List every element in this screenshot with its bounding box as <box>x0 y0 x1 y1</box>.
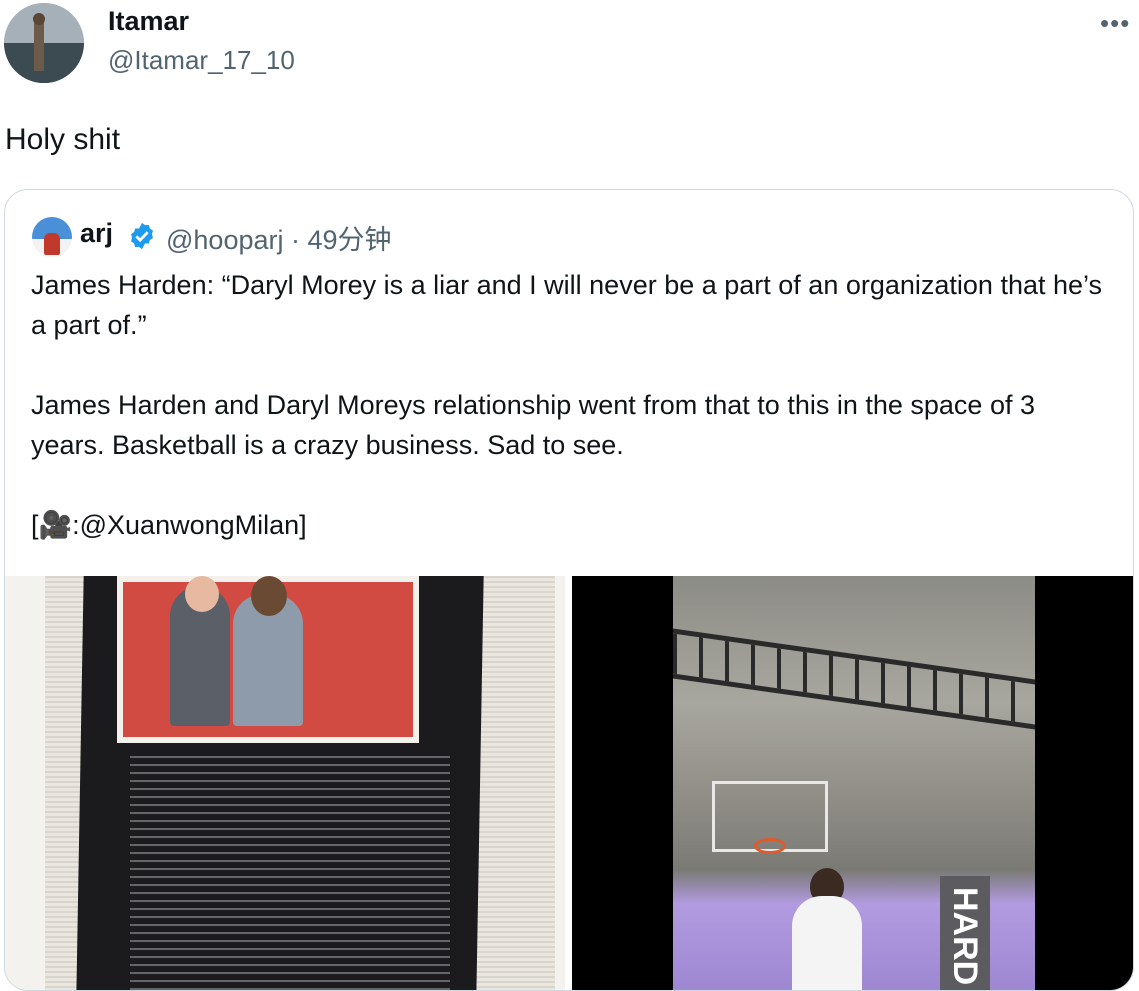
quoted-text: James Harden: “Daryl Morey is a liar and… <box>31 265 1111 545</box>
harden-banner: HARD <box>940 876 990 990</box>
verified-badge-icon <box>131 222 153 250</box>
author-handle[interactable]: @Itamar_17_10 <box>108 45 295 76</box>
author-avatar[interactable] <box>4 3 84 83</box>
quoted-paragraph: James Harden: “Daryl Morey is a liar and… <box>31 270 1103 340</box>
more-icon[interactable]: ••• <box>1100 8 1130 39</box>
video-thumbnail[interactable]: HARD <box>572 576 1133 990</box>
tweet-text: Holy shit <box>5 123 121 156</box>
newspaper-image[interactable] <box>5 576 565 990</box>
quoted-author-avatar[interactable] <box>32 217 72 257</box>
quoted-paragraph: [🎥:@XuanwongMilan] <box>31 510 307 540</box>
quoted-tweet[interactable]: arj @hooparj · 49分钟 James Harden: “Daryl… <box>4 189 1134 991</box>
player-figure <box>792 896 862 990</box>
quoted-author-name[interactable]: arj <box>80 218 113 249</box>
author-name[interactable]: Itamar <box>108 6 189 37</box>
quoted-paragraph: James Harden and Daryl Moreys relationsh… <box>31 390 1035 460</box>
meta-separator: · <box>291 225 300 255</box>
quoted-meta: @hooparj · 49分钟 <box>166 218 392 257</box>
quoted-timestamp[interactable]: 49分钟 <box>308 225 392 255</box>
quoted-handle[interactable]: @hooparj <box>166 225 283 255</box>
